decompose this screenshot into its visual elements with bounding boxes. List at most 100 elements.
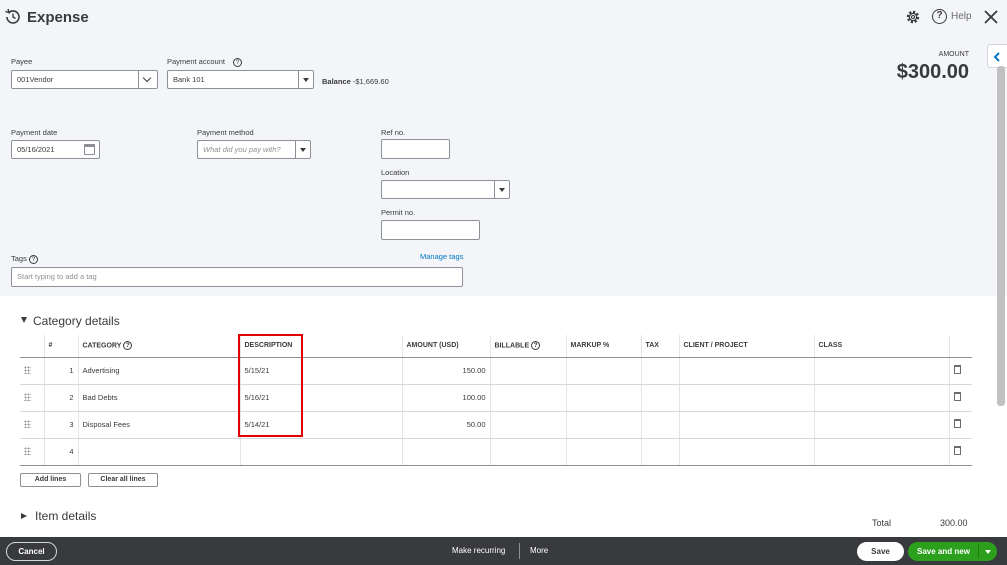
- row-markup[interactable]: [565, 384, 641, 412]
- save-button[interactable]: Save: [857, 542, 904, 561]
- payment-date-value: 05/16/2021: [17, 145, 55, 154]
- category-details-toggle[interactable]: Category details: [21, 314, 120, 328]
- recent-transactions-icon[interactable]: [4, 8, 22, 26]
- help-icon[interactable]: ?: [28, 254, 38, 264]
- balance-display: Balance -$1,669.60: [322, 77, 389, 86]
- row-category[interactable]: Bad Debts: [77, 384, 240, 412]
- row-client[interactable]: [678, 384, 814, 412]
- trash-icon[interactable]: [953, 392, 961, 401]
- form-header-area: [0, 0, 1007, 296]
- close-icon[interactable]: [983, 9, 999, 25]
- help-label: Help: [951, 11, 972, 22]
- table-row[interactable]: 3 Disposal Fees 5/14/21 50.00: [20, 411, 972, 439]
- drag-handle-icon[interactable]: [24, 419, 31, 428]
- col-client: CLIENT / PROJECT: [678, 335, 814, 358]
- table-row[interactable]: 4: [20, 438, 972, 466]
- help-button[interactable]: ? Help: [932, 9, 972, 24]
- payment-account-select[interactable]: Bank 101: [167, 70, 314, 89]
- drag-handle-icon[interactable]: [24, 365, 31, 374]
- row-tax[interactable]: [640, 438, 679, 466]
- col-drag: [20, 335, 44, 358]
- payment-date-input[interactable]: 05/16/2021: [11, 140, 100, 159]
- row-class[interactable]: [813, 384, 949, 412]
- permit-no-label: Permit no.: [381, 208, 416, 217]
- save-and-new-label: Save and new: [917, 547, 970, 556]
- table-row[interactable]: 1 Advertising 5/15/21 150.00: [20, 357, 972, 385]
- drag-handle-icon[interactable]: [24, 392, 31, 401]
- tags-label: Tags ?: [11, 254, 38, 264]
- payment-account-value: Bank 101: [173, 75, 205, 84]
- row-client[interactable]: [678, 411, 814, 439]
- clear-all-lines-button[interactable]: Clear all lines: [88, 473, 158, 487]
- ref-no-input[interactable]: [381, 139, 450, 159]
- scrollbar[interactable]: [997, 66, 1005, 406]
- table-row[interactable]: 2 Bad Debts 5/16/21 100.00: [20, 384, 972, 412]
- table-header-row: # CATEGORY ? DESCRIPTION AMOUNT (USD) BI…: [20, 335, 972, 358]
- total-label: Total: [872, 518, 892, 528]
- payment-method-label: Payment method: [197, 128, 254, 137]
- caret-down-icon: [298, 71, 313, 88]
- payee-select[interactable]: 001Vendor: [11, 70, 158, 89]
- help-icon[interactable]: ?: [123, 341, 133, 351]
- row-description[interactable]: [239, 438, 402, 466]
- row-category[interactable]: [77, 438, 240, 466]
- tags-label-text: Tags: [11, 254, 27, 263]
- row-markup[interactable]: [565, 438, 641, 466]
- row-category[interactable]: Disposal Fees: [77, 411, 240, 439]
- calendar-icon[interactable]: [84, 144, 95, 155]
- make-recurring-button[interactable]: Make recurring: [452, 546, 505, 555]
- item-details-toggle[interactable]: Item details: [21, 509, 96, 523]
- split-divider: [978, 545, 979, 558]
- row-client[interactable]: [678, 438, 814, 466]
- payment-account-label-text: Payment account: [167, 57, 225, 66]
- row-billable[interactable]: [489, 357, 566, 385]
- row-tax[interactable]: [640, 357, 679, 385]
- payment-method-placeholder: What did you pay with?: [203, 145, 281, 154]
- row-tax[interactable]: [640, 411, 679, 439]
- chevron-left-icon: [993, 52, 1000, 62]
- caret-down-icon[interactable]: [985, 550, 991, 554]
- help-icon[interactable]: ?: [233, 57, 243, 67]
- row-amount[interactable]: 50.00: [401, 411, 490, 439]
- col-class: CLASS: [813, 335, 949, 358]
- location-select[interactable]: [381, 180, 510, 199]
- col-amount: AMOUNT (USD): [401, 335, 490, 358]
- row-num: 2: [43, 384, 78, 412]
- trash-icon[interactable]: [953, 365, 961, 374]
- manage-tags-link[interactable]: Manage tags: [420, 252, 463, 261]
- payment-date-label: Payment date: [11, 128, 58, 137]
- col-billable-label: BILLABLE: [494, 342, 530, 350]
- drag-handle-icon[interactable]: [24, 446, 31, 455]
- trash-icon[interactable]: [953, 419, 961, 428]
- row-category[interactable]: Advertising: [77, 357, 240, 385]
- tags-input[interactable]: Start typing to add a tag: [11, 267, 463, 287]
- amount-value: $300.00: [896, 61, 969, 83]
- row-amount[interactable]: 100.00: [401, 384, 490, 412]
- cancel-button[interactable]: Cancel: [6, 542, 57, 561]
- permit-no-input[interactable]: [381, 220, 480, 240]
- row-class[interactable]: [813, 357, 949, 385]
- footer-divider: [519, 543, 520, 559]
- save-and-new-button[interactable]: Save and new: [908, 542, 997, 561]
- chevron-down-icon: [138, 71, 157, 88]
- row-markup[interactable]: [565, 411, 641, 439]
- add-lines-button[interactable]: Add lines: [20, 473, 81, 487]
- row-billable[interactable]: [489, 438, 566, 466]
- row-billable[interactable]: [489, 384, 566, 412]
- side-panel-toggle[interactable]: [987, 44, 1007, 68]
- row-class[interactable]: [813, 438, 949, 466]
- help-icon[interactable]: ?: [531, 341, 541, 351]
- row-class[interactable]: [813, 411, 949, 439]
- more-button[interactable]: More: [530, 546, 548, 555]
- category-details-title: Category details: [33, 314, 120, 328]
- row-amount[interactable]: 150.00: [401, 357, 490, 385]
- row-amount[interactable]: [401, 438, 490, 466]
- triangle-down-icon: [21, 317, 27, 323]
- row-tax[interactable]: [640, 384, 679, 412]
- row-markup[interactable]: [565, 357, 641, 385]
- payment-method-select[interactable]: What did you pay with?: [197, 140, 311, 159]
- gear-icon[interactable]: [905, 9, 921, 25]
- row-client[interactable]: [678, 357, 814, 385]
- trash-icon[interactable]: [953, 446, 961, 455]
- row-billable[interactable]: [489, 411, 566, 439]
